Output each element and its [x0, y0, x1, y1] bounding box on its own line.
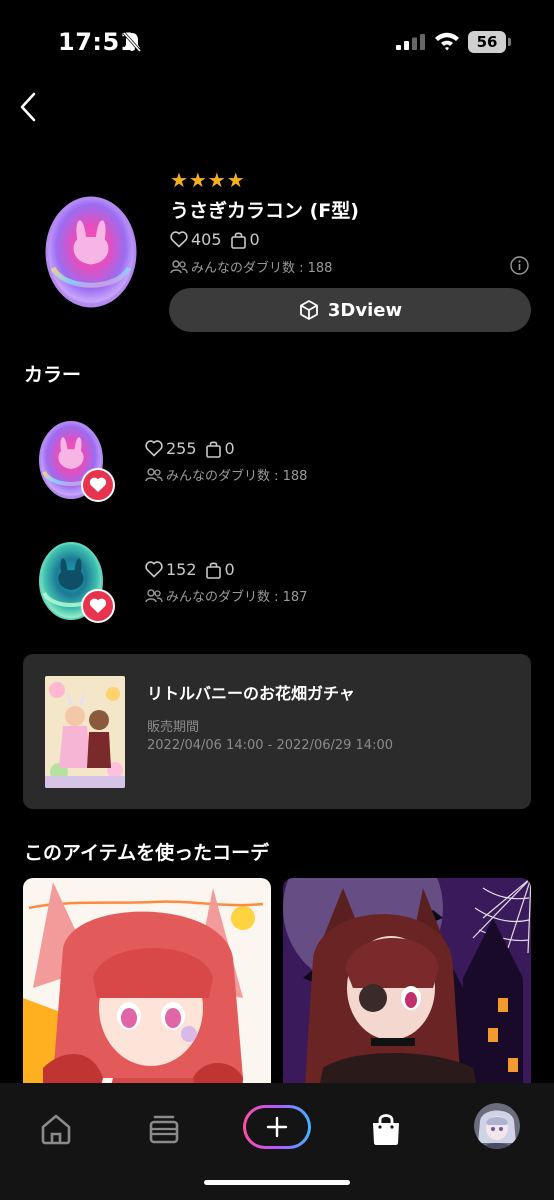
coordinate-image-2[interactable] — [283, 878, 531, 1118]
users-icon — [145, 588, 163, 603]
back-chevron-icon[interactable] — [16, 90, 42, 124]
bag-outline-icon — [230, 232, 246, 249]
create-button[interactable] — [243, 1105, 311, 1149]
item-like-count: 405 — [191, 230, 222, 249]
heart-filled-icon — [89, 598, 107, 613]
item-owners-text: みんなのダブリ数 : 188 — [191, 261, 333, 276]
variant-owners-text: みんなのダブリ数 : 188 — [166, 469, 308, 484]
variant-2-owners: みんなのダブリ数 : 187 — [145, 586, 307, 605]
item-bag-count: 0 — [249, 230, 260, 249]
coordinates-section-title: このアイテムを使ったコーデ — [24, 842, 270, 864]
variant-2-stats: 152 0 — [145, 560, 235, 579]
item-image — [45, 196, 137, 308]
tab-wallet[interactable] — [138, 1103, 190, 1155]
variant-1-owners: みんなのダブリ数 : 188 — [145, 465, 307, 484]
item-stats: 405 0 — [170, 230, 260, 249]
wallet-icon — [149, 1115, 179, 1144]
color-variant-teal[interactable] — [36, 541, 126, 631]
bell-muted-icon — [122, 32, 142, 52]
gacha-period-label: 販売期間 — [147, 720, 200, 735]
gacha-card[interactable]: リトルバニーのお花畑ガチャ 販売期間 2022/04/06 14:00 - 20… — [23, 654, 531, 809]
shopping-bag-icon — [373, 1114, 399, 1145]
tab-shop[interactable] — [360, 1103, 412, 1155]
home-indicator — [204, 1180, 350, 1185]
profile-avatar[interactable] — [474, 1103, 520, 1149]
heart-outline-icon — [145, 560, 163, 577]
rarity-stars: ★★★★ — [170, 168, 246, 192]
users-icon — [145, 467, 163, 482]
bag-outline-icon — [205, 441, 221, 458]
heart-outline-icon — [145, 439, 163, 456]
colors-section-title: カラー — [24, 364, 82, 386]
favorite-heart-badge[interactable] — [81, 589, 115, 623]
variant-owners-text: みんなのダブリ数 : 187 — [166, 590, 308, 605]
plus-icon — [266, 1116, 288, 1138]
battery-indicator: 56 — [468, 31, 512, 53]
users-icon — [170, 259, 188, 274]
variant-bag-count: 0 — [224, 439, 235, 458]
coordinate-image-1[interactable] — [23, 878, 271, 1118]
create-button-inner — [246, 1108, 308, 1146]
gacha-title: リトルバニーのお花畑ガチャ — [147, 684, 355, 703]
variant-1-stats: 255 0 — [145, 439, 235, 458]
heart-outline-icon — [170, 230, 188, 247]
wifi-icon — [435, 32, 459, 51]
item-owners: みんなのダブリ数 : 188 — [170, 257, 332, 276]
gacha-thumbnail — [45, 676, 125, 788]
info-icon[interactable] — [510, 256, 529, 275]
item-title: うさぎカラコン (F型) — [170, 200, 359, 222]
favorite-heart-badge[interactable] — [81, 468, 115, 502]
gacha-period: 2022/04/06 14:00 - 2022/06/29 14:00 — [147, 738, 394, 753]
variant-like-count: 255 — [166, 439, 197, 458]
battery-tip — [508, 38, 511, 46]
tab-home[interactable] — [30, 1103, 82, 1155]
home-icon — [41, 1114, 71, 1145]
status-bar: 17:51 56 — [0, 0, 554, 84]
variant-bag-count: 0 — [224, 560, 235, 579]
cube-icon — [299, 300, 318, 320]
variant-like-count: 152 — [166, 560, 197, 579]
color-variant-pink[interactable] — [36, 420, 126, 510]
bag-outline-icon — [205, 562, 221, 579]
3dview-label: 3Dview — [327, 299, 403, 321]
cellular-signal-icon — [396, 34, 425, 50]
3dview-button[interactable]: 3Dview — [169, 288, 531, 332]
battery-level: 56 — [468, 31, 506, 53]
heart-filled-icon — [89, 477, 107, 492]
